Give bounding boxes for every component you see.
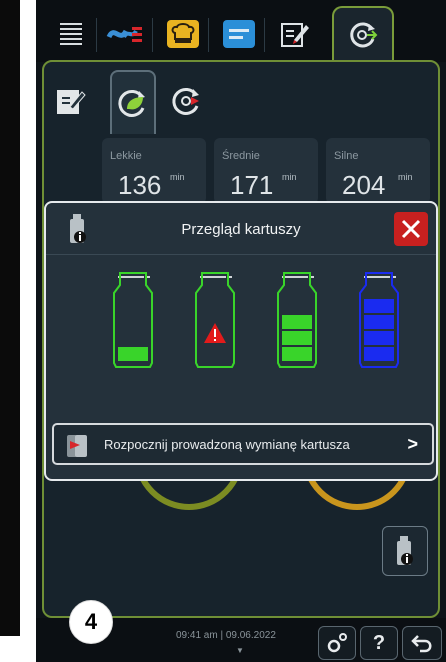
program-duration: 171	[230, 170, 274, 200]
help-icon: ?	[372, 631, 386, 654]
menu-icon	[60, 23, 82, 45]
wifi-icon: ▼	[236, 646, 244, 655]
dialog-title: Przegląd kartuszy	[181, 221, 301, 238]
edit-icon	[57, 90, 86, 114]
clock: 09:41 am | 09.06.2022	[176, 630, 276, 641]
carecontrol-icon	[350, 22, 378, 48]
cartridge-3	[277, 272, 317, 368]
program-unit: min	[170, 172, 185, 182]
program-label: Średnie	[222, 150, 260, 162]
help-button[interactable]: ?	[360, 626, 398, 660]
tray-icon	[223, 20, 255, 48]
chevron-right-icon: >	[407, 434, 418, 454]
cartridge-2	[195, 272, 235, 368]
screen: Lekkie 136 min Średnie 171 min Silne 204…	[36, 0, 446, 662]
program-label: Lekkie	[110, 150, 142, 162]
cartridge-list	[113, 272, 399, 368]
clean-eco-icon	[118, 89, 145, 117]
program-label: Silne	[334, 150, 359, 162]
tab-trays[interactable]	[216, 14, 262, 54]
gear-icon	[327, 633, 347, 653]
program-card-light[interactable]: Lekkie 136 min	[102, 138, 206, 204]
cartridge-replace-icon	[67, 435, 87, 457]
start-guided-replacement-button[interactable]: Rozpocznij prowadzoną wymianę kartusza >	[52, 423, 434, 465]
cartridge-4	[359, 272, 399, 368]
program-card-medium[interactable]: Średnie 171 min	[214, 138, 318, 204]
cartridge-overview-dialog: Przegląd kartuszy Rozpocznij prowadzoną …	[44, 201, 438, 481]
steam-heat-icon	[106, 27, 142, 42]
tab-steam[interactable]	[102, 14, 148, 54]
device-frame: Lekkie 136 min Średnie 171 min Silne 204…	[0, 0, 446, 662]
left-bezel	[0, 0, 20, 636]
tab-carecontrol[interactable]	[332, 6, 394, 62]
program-duration: 204	[342, 170, 386, 200]
cartridge-1	[113, 272, 153, 368]
clean-forward-icon	[172, 87, 199, 115]
settings-button[interactable]	[318, 626, 356, 660]
tab-chef[interactable]	[160, 14, 206, 54]
tab-edit[interactable]	[272, 14, 318, 54]
chef-hat-icon	[167, 20, 199, 48]
subtab-clean-eco[interactable]	[110, 70, 156, 134]
subtab-edit[interactable]	[48, 78, 94, 124]
dialog-header: Przegląd kartuszy	[46, 203, 436, 255]
close-button[interactable]	[394, 212, 428, 246]
program-card-strong[interactable]: Silne 204 min	[326, 138, 430, 204]
back-arrow-icon	[411, 635, 432, 653]
subtab-clean-forward[interactable]	[164, 78, 210, 124]
back-button[interactable]	[402, 626, 442, 660]
action-label: Rozpocznij prowadzoną wymianę kartusza	[104, 437, 350, 452]
top-tab-bar	[36, 0, 446, 62]
cartridge-info-button[interactable]	[382, 526, 428, 576]
edit-icon	[281, 23, 309, 47]
program-duration: 136	[118, 170, 162, 200]
cartridge-info-icon	[397, 536, 413, 565]
step-number-badge: 4	[69, 600, 113, 644]
menu-button[interactable]	[48, 14, 94, 54]
close-icon	[401, 219, 421, 239]
program-cards: Lekkie 136 min Średnie 171 min Silne 204…	[102, 138, 436, 204]
program-unit: min	[282, 172, 297, 182]
program-unit: min	[398, 172, 413, 182]
